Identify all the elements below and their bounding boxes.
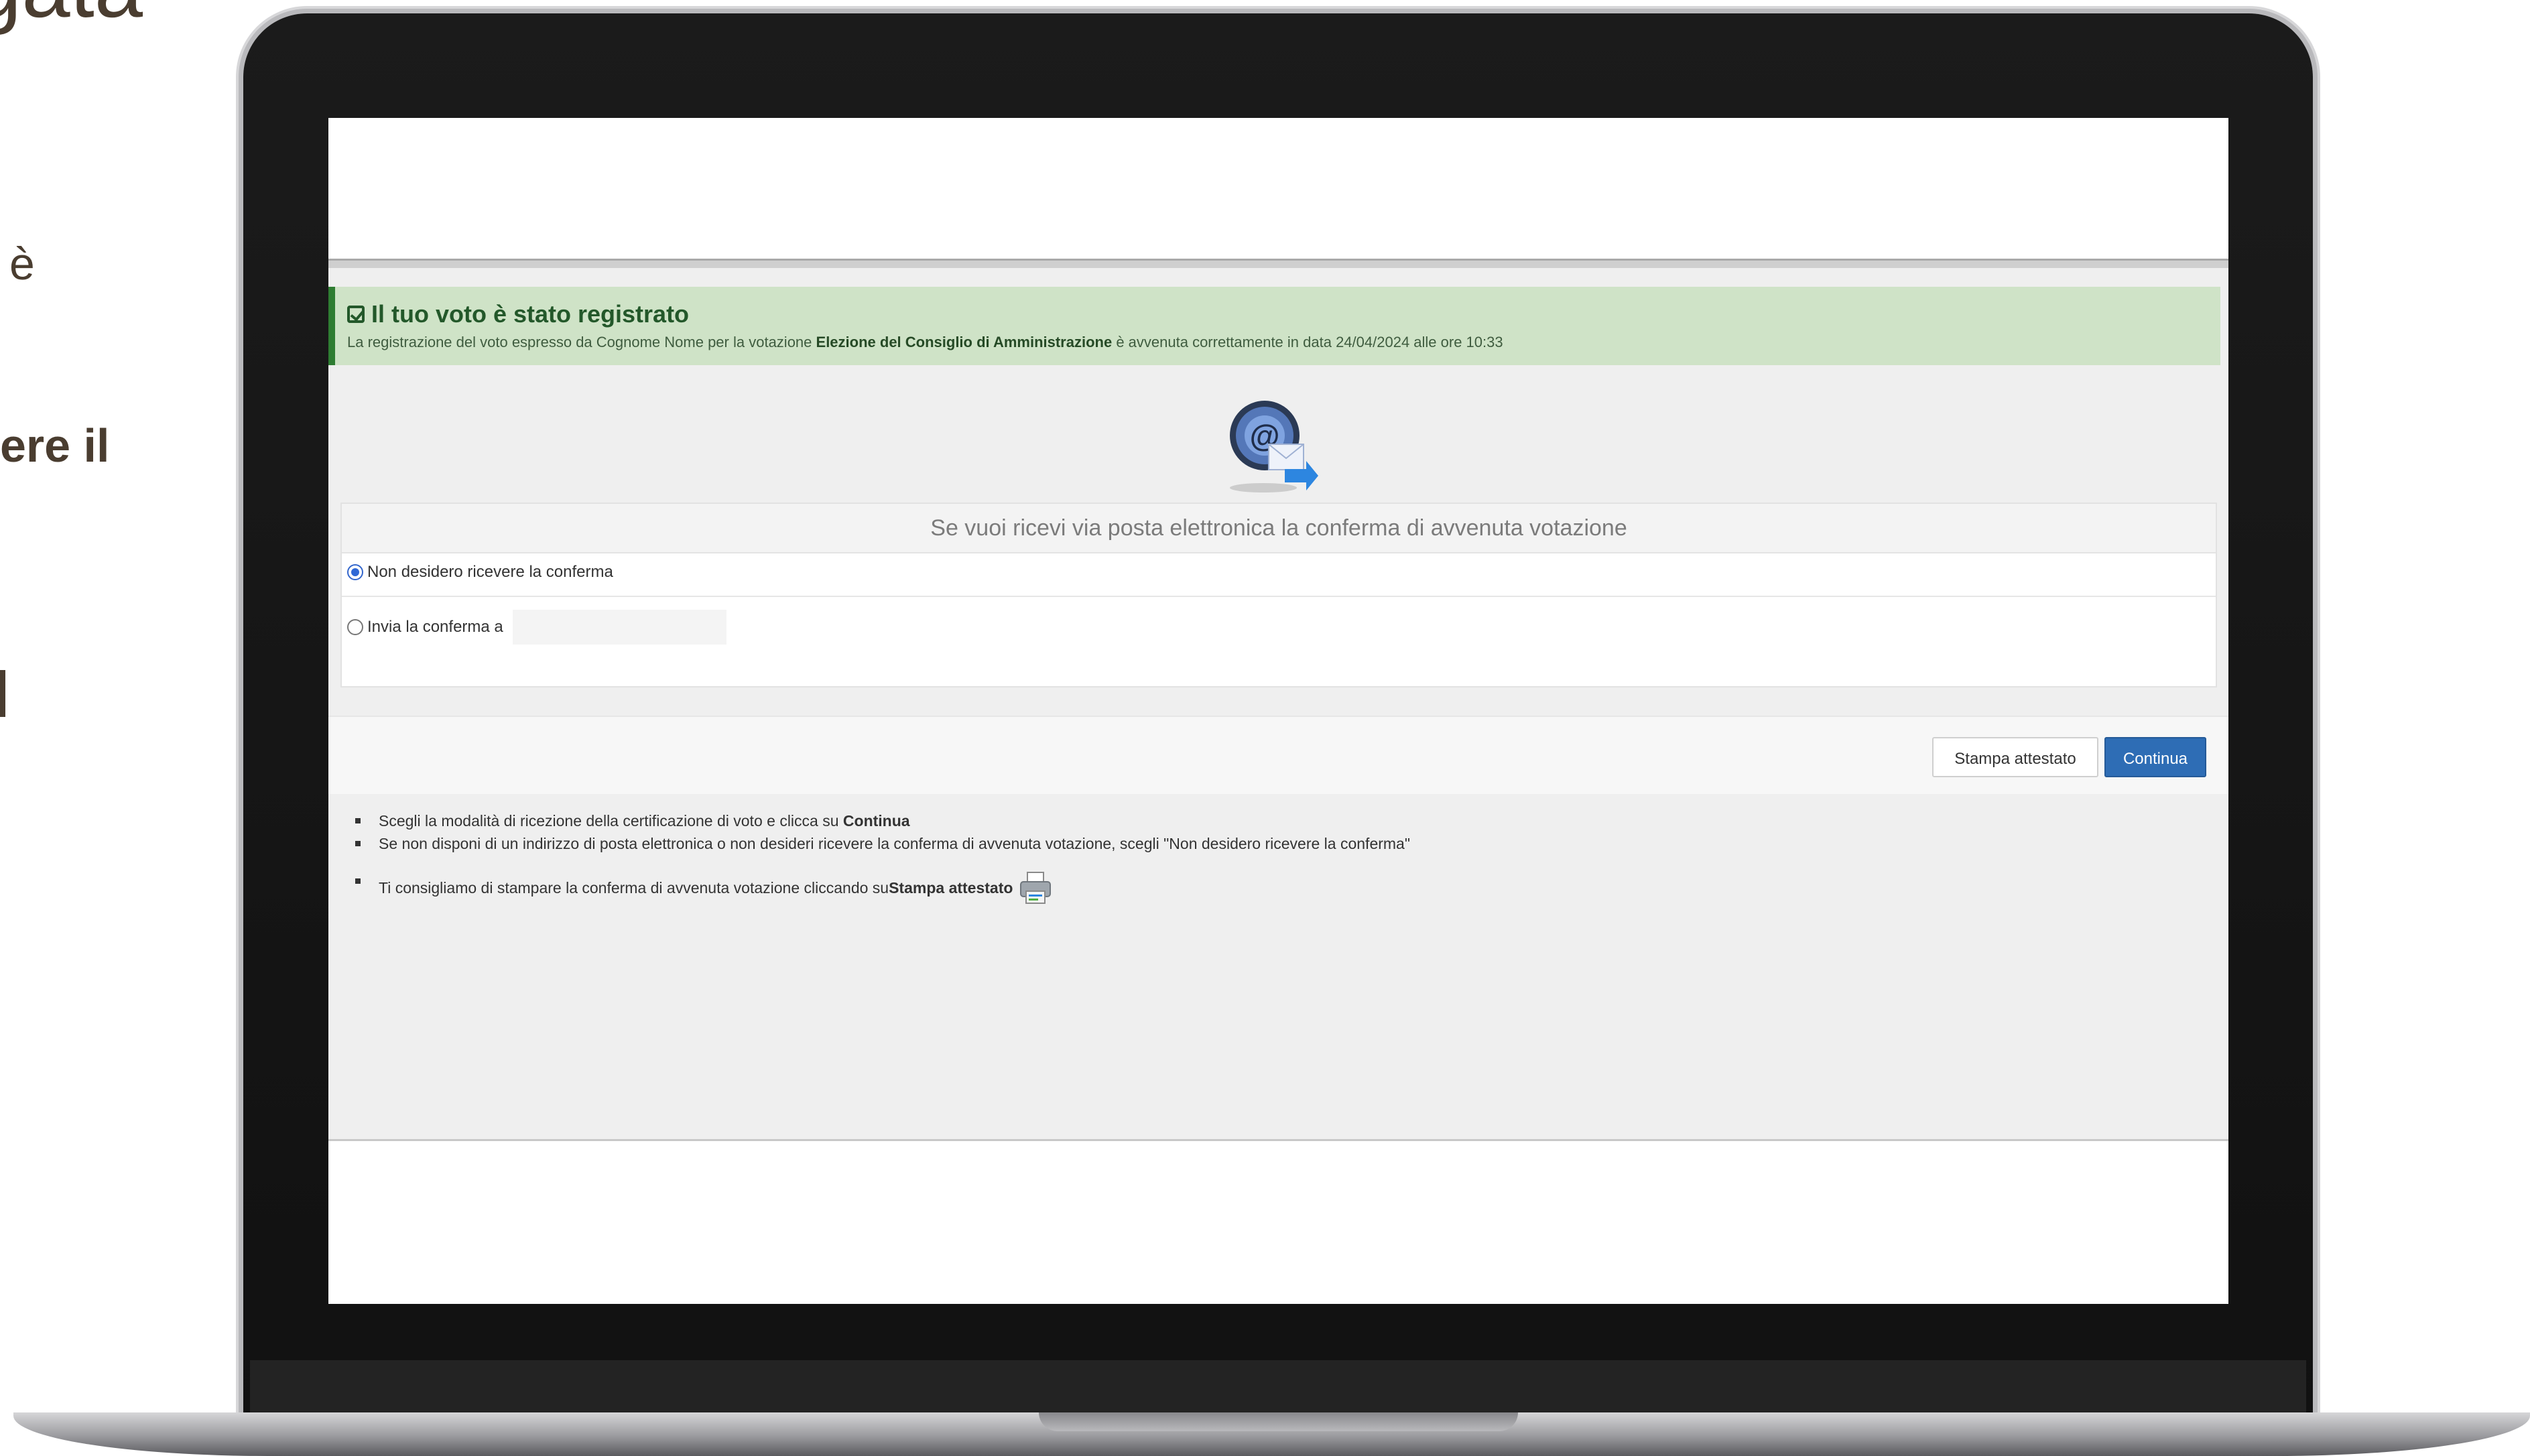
print-certificate-button[interactable]: Stampa attestato	[1932, 737, 2098, 777]
list-item: Ti consigliamo di stampare la conferma d…	[355, 870, 1410, 906]
alert-election-name: Elezione del Consiglio di Amministrazion…	[816, 334, 1113, 350]
email-send-icon: @	[1230, 401, 1318, 492]
hint-2-text: Se non disponi di un indirizzo di posta …	[379, 835, 1411, 852]
main-content: Il tuo voto è stato registrato La regist…	[328, 268, 2228, 1141]
radio-send-confirmation[interactable]	[347, 619, 363, 635]
slide-title-fragment: gata	[0, 0, 143, 37]
hint-3-text: Ti consigliamo di stampare la conferma d…	[379, 879, 889, 897]
checkbox-check-icon	[347, 306, 365, 323]
option-no-confirmation[interactable]: Non desidero ricevere la conferma	[347, 563, 613, 582]
laptop-screen: Il tuo voto è stato registrato La regist…	[328, 118, 2228, 1304]
option-send-confirmation-label: Invia la conferma a	[367, 618, 503, 636]
alert-title-text: Il tuo voto è stato registrato	[371, 300, 690, 328]
printer-icon[interactable]	[1018, 870, 1054, 906]
alert-message-prefix: La registrazione del voto espresso da Co…	[347, 334, 816, 350]
hint-1-text: Scegli la modalità di ricezione della ce…	[379, 812, 843, 830]
hint-3-bold: Stampa attestato	[889, 879, 1013, 897]
hint-list: Scegli la modalità di ricezione della ce…	[355, 809, 1410, 906]
hint-1-bold: Continua	[842, 812, 910, 830]
option-no-confirmation-label: Non desidero ricevere la conferma	[367, 563, 613, 581]
option-divider	[342, 596, 2216, 597]
page-header	[328, 118, 2228, 259]
continue-button[interactable]: Continua	[2104, 737, 2206, 777]
email-field[interactable]	[512, 610, 726, 645]
list-item: Se non disponi di un indirizzo di posta …	[355, 832, 1410, 855]
radio-no-confirmation[interactable]	[347, 564, 363, 580]
alert-message: La registrazione del voto espresso da Co…	[347, 334, 2220, 351]
slide-text-fragment-2: ere il	[0, 419, 110, 472]
email-confirmation-panel: Se vuoi ricevi via posta elettronica la …	[340, 503, 2217, 687]
alert-title: Il tuo voto è stato registrato	[347, 300, 2220, 328]
success-alert: Il tuo voto è stato registrato La regist…	[328, 287, 2220, 365]
alert-message-suffix: è avvenuta correttamente in data 24/04/2…	[1112, 334, 1503, 350]
slide-text-fragment-1: è	[9, 239, 35, 289]
list-item: Scegli la modalità di ricezione della ce…	[355, 809, 1410, 832]
panel-heading: Se vuoi ricevi via posta elettronica la …	[342, 504, 2216, 553]
laptop-notch	[1039, 1412, 1518, 1431]
option-send-confirmation[interactable]: Invia la conferma a	[347, 610, 726, 645]
slide-text-fragment-3	[0, 670, 5, 717]
action-bar: Stampa attestato Continua	[328, 716, 2228, 794]
